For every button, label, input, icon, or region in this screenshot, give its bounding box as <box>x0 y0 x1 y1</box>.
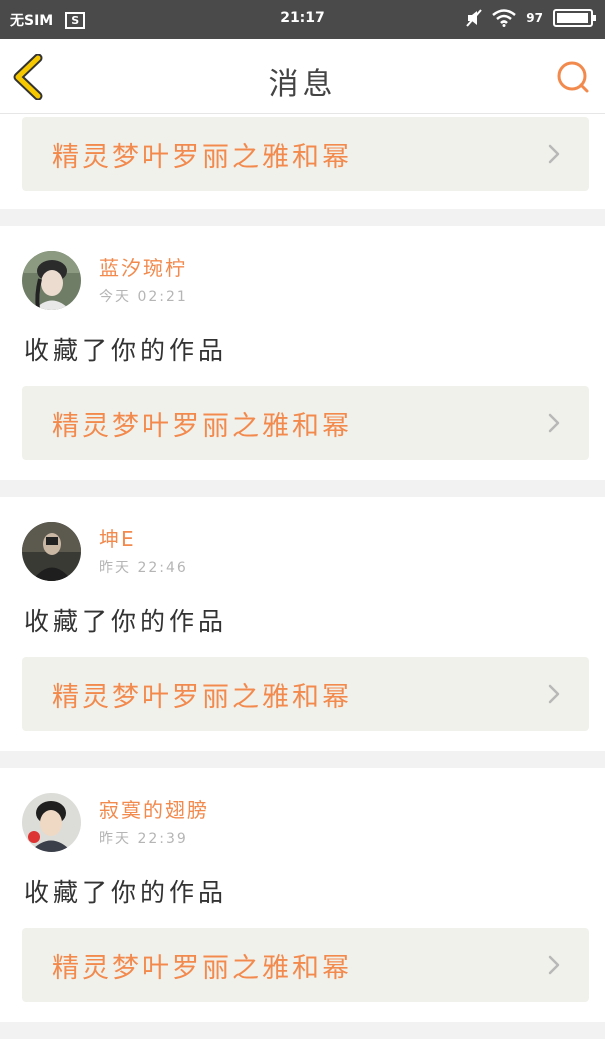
message-card-partial: 精灵梦叶罗丽之雅和幂 <box>0 114 605 209</box>
battery-fill <box>557 13 589 23</box>
avatar-image <box>22 792 81 852</box>
user-row: 坤E 昨天 22:46 <box>22 521 589 581</box>
battery-icon <box>553 9 596 27</box>
action-text: 收藏了你的作品 <box>24 878 228 907</box>
work-link[interactable]: 精灵梦叶罗丽之雅和幂 <box>22 657 589 731</box>
work-link[interactable]: 精灵梦叶罗丽之雅和幂 <box>22 928 589 1002</box>
action-text: 收藏了你的作品 <box>24 607 228 636</box>
message-feed: 精灵梦叶罗丽之雅和幂 蓝汐琬柠 今天 02:21 收藏了你的作品 精灵梦叶罗丽之… <box>0 114 605 1039</box>
chevron-right-icon <box>548 144 560 164</box>
avatar[interactable] <box>22 792 81 852</box>
work-link[interactable]: 精灵梦叶罗丽之雅和幂 <box>22 117 589 191</box>
status-bar: 无SIM S 21:17 97 <box>0 0 605 39</box>
work-title: 精灵梦叶罗丽之雅和幂 <box>52 681 352 713</box>
message-time: 今天 02:21 <box>99 289 188 305</box>
avatar-image <box>22 250 81 310</box>
search-button[interactable] <box>555 59 591 95</box>
user-meta: 蓝汐琬柠 今天 02:21 <box>99 254 188 306</box>
message-card: 蓝汐琬柠 今天 02:21 收藏了你的作品 精灵梦叶罗丽之雅和幂 <box>0 226 605 480</box>
mute-icon <box>466 9 483 27</box>
page-title: 消息 <box>268 67 337 102</box>
work-title: 精灵梦叶罗丽之雅和幂 <box>52 952 352 984</box>
work-link[interactable]: 精灵梦叶罗丽之雅和幂 <box>22 386 589 460</box>
avatar[interactable] <box>22 250 81 310</box>
chevron-right-icon <box>548 413 560 433</box>
status-right: 97 <box>466 9 596 27</box>
back-button[interactable] <box>10 53 50 101</box>
user-name[interactable]: 蓝汐琬柠 <box>99 254 188 282</box>
user-meta: 坤E 昨天 22:46 <box>99 525 188 577</box>
chevron-right-icon <box>548 684 560 704</box>
user-name[interactable]: 寂寞的翅膀 <box>99 796 209 824</box>
battery-percent: 97 <box>526 11 543 25</box>
action-text: 收藏了你的作品 <box>24 336 228 365</box>
message-time: 昨天 22:39 <box>99 831 188 847</box>
chevron-right-icon <box>548 955 560 975</box>
work-title: 精灵梦叶罗丽之雅和幂 <box>52 141 352 173</box>
user-meta: 寂寞的翅膀 昨天 22:39 <box>99 796 209 848</box>
avatar-image <box>22 521 81 581</box>
wifi-icon <box>492 9 517 27</box>
search-icon <box>557 61 589 93</box>
avatar[interactable] <box>22 521 81 581</box>
work-title: 精灵梦叶罗丽之雅和幂 <box>52 410 352 442</box>
user-row: 寂寞的翅膀 昨天 22:39 <box>22 792 589 852</box>
message-card: 坤E 昨天 22:46 收藏了你的作品 精灵梦叶罗丽之雅和幂 <box>0 497 605 751</box>
message-time: 昨天 22:46 <box>99 560 188 576</box>
user-name[interactable]: 坤E <box>99 525 188 553</box>
user-row: 蓝汐琬柠 今天 02:21 <box>22 250 589 310</box>
chevron-left-icon <box>13 53 43 101</box>
message-card: 寂寞的翅膀 昨天 22:39 收藏了你的作品 精灵梦叶罗丽之雅和幂 <box>0 768 605 1022</box>
nav-bar: 消息 <box>0 39 605 114</box>
